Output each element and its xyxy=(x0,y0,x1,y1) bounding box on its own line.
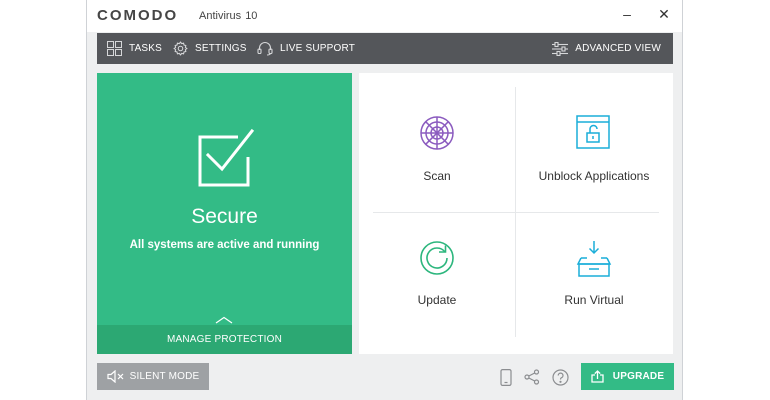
share-icon[interactable] xyxy=(524,369,540,385)
silent-mode-label: SILENT MODE xyxy=(129,371,200,382)
app-window: COMODO Antivirus 10 – ✕ TASKS SETTINGS L… xyxy=(86,0,683,400)
chevron-up-icon xyxy=(215,316,233,324)
brand-logo: COMODO xyxy=(97,7,179,24)
settings-label: SETTINGS xyxy=(195,43,247,54)
scan-tile[interactable]: Scan xyxy=(359,73,515,211)
advanced-view-label: ADVANCED VIEW xyxy=(575,43,661,54)
unblock-applications-tile[interactable]: Unblock Applications xyxy=(516,73,672,211)
unblock-applications-label: Unblock Applications xyxy=(538,169,650,183)
product-name: Antivirus 10 xyxy=(199,10,257,22)
product-label: Antivirus xyxy=(199,10,242,22)
check-box-icon xyxy=(198,128,255,187)
mobile-phone-icon[interactable] xyxy=(500,369,512,386)
update-refresh-icon xyxy=(420,241,454,275)
unblock-window-icon xyxy=(576,115,610,149)
minimize-button[interactable]: – xyxy=(616,4,638,24)
run-virtual-label: Run Virtual xyxy=(564,293,624,307)
status-subtitle: All systems are active and running xyxy=(129,239,320,251)
status-title: Secure xyxy=(191,205,258,228)
tasks-grid-icon xyxy=(107,41,122,56)
silent-mode-button[interactable]: SILENT MODE xyxy=(97,363,209,390)
update-tile[interactable]: Update xyxy=(359,213,515,351)
manage-protection-label: MANAGE PROTECTION xyxy=(166,334,283,345)
upgrade-button[interactable]: UPGRADE xyxy=(581,363,674,390)
close-button[interactable]: ✕ xyxy=(653,4,675,24)
settings-button[interactable]: SETTINGS xyxy=(173,33,247,64)
speaker-mute-icon xyxy=(106,370,124,383)
live-support-label: LIVE SUPPORT xyxy=(280,43,356,54)
gear-icon xyxy=(173,41,188,56)
status-panel: Secure All systems are active and runnin… xyxy=(97,73,352,354)
scan-label: Scan xyxy=(423,169,451,183)
actions-panel: Scan Unblock Applications Update Run Vir… xyxy=(359,73,673,354)
title-bar: COMODO Antivirus 10 – ✕ xyxy=(87,0,682,32)
run-virtual-tile[interactable]: Run Virtual xyxy=(516,213,672,351)
headset-icon xyxy=(257,42,273,56)
live-support-button[interactable]: LIVE SUPPORT xyxy=(257,33,355,64)
run-virtual-box-icon xyxy=(576,241,612,277)
help-icon[interactable] xyxy=(552,369,569,386)
advanced-view-button[interactable]: ADVANCED VIEW xyxy=(552,33,661,64)
main-toolbar: TASKS SETTINGS LIVE SUPPORT ADVANCED VIE… xyxy=(97,33,673,64)
tasks-button[interactable]: TASKS xyxy=(107,33,162,64)
upgrade-icon xyxy=(591,370,604,383)
manage-protection-button[interactable]: MANAGE PROTECTION xyxy=(97,316,352,354)
upgrade-label: UPGRADE xyxy=(612,371,665,382)
sliders-icon xyxy=(552,41,569,56)
tasks-label: TASKS xyxy=(129,43,163,54)
scan-radar-icon xyxy=(420,116,454,150)
update-label: Update xyxy=(417,293,457,307)
product-version: 10 xyxy=(245,10,258,22)
